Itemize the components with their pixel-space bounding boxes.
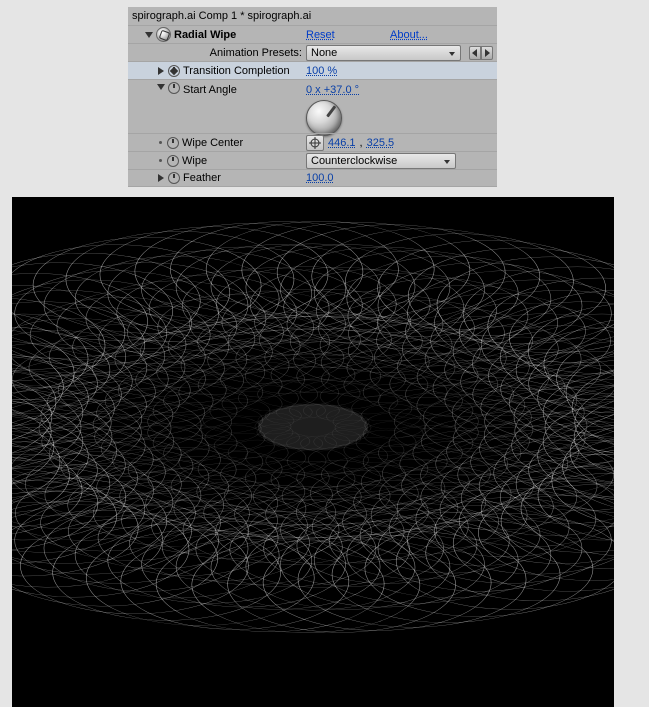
bullet-icon (159, 159, 162, 162)
effect-controls-panel: spirograph.ai Comp 1 * spirograph.ai Rad… (128, 7, 497, 187)
reset-link[interactable]: Reset (306, 27, 386, 43)
dropdown-arrow-icon (442, 156, 452, 166)
animation-presets-row: Animation Presets: None (128, 43, 497, 61)
wipe-row: Wipe Counterclockwise (128, 151, 497, 169)
effect-name[interactable]: Radial Wipe (174, 27, 236, 43)
dropdown-arrow-icon (447, 48, 457, 58)
stopwatch-icon[interactable] (167, 137, 179, 149)
expand-triangle-icon[interactable] (156, 66, 166, 76)
coord-separator: , (360, 135, 363, 151)
fx-badge-icon[interactable] (156, 27, 171, 42)
wipe-value: Counterclockwise (311, 153, 397, 169)
wipe-center-y[interactable]: 325.5 (367, 135, 395, 151)
stopwatch-icon[interactable] (168, 172, 180, 184)
transition-completion-label: Transition Completion (183, 63, 290, 79)
effect-header-row: Radial Wipe Reset About... (128, 25, 497, 43)
wipe-center-label: Wipe Center (182, 135, 243, 151)
animation-presets-value: None (311, 45, 337, 61)
wipe-center-row: Wipe Center 446.1 , 325.5 (128, 133, 497, 151)
spirograph-render (12, 197, 614, 707)
wipe-label: Wipe (182, 153, 207, 169)
feather-value[interactable]: 100.0 (306, 170, 334, 186)
panel-title-row: spirograph.ai Comp 1 * spirograph.ai (128, 7, 497, 25)
preset-next-button[interactable] (481, 46, 493, 60)
animation-presets-label: Animation Presets: (210, 45, 302, 61)
panel-title: spirograph.ai Comp 1 * spirograph.ai (132, 8, 311, 24)
about-link[interactable]: About... (390, 27, 428, 43)
start-angle-value[interactable]: 0 x +37.0 ° (306, 82, 359, 98)
wipe-center-x[interactable]: 446.1 (328, 135, 356, 151)
bullet-icon (159, 141, 162, 144)
animation-presets-dropdown[interactable]: None (306, 45, 461, 61)
feather-row: Feather 100.0 (128, 169, 497, 187)
stopwatch-icon[interactable] (167, 155, 179, 167)
feather-label: Feather (183, 170, 221, 186)
start-angle-label: Start Angle (183, 82, 237, 98)
collapse-triangle-icon[interactable] (144, 30, 154, 40)
start-angle-row: Start Angle 0 x +37.0 ° (128, 79, 497, 133)
stopwatch-keyframe-icon[interactable] (168, 65, 180, 77)
expand-triangle-icon[interactable] (156, 173, 166, 183)
composition-preview (12, 197, 614, 707)
transition-completion-value[interactable]: 100 % (306, 63, 337, 79)
transition-completion-row[interactable]: Transition Completion 100 % (128, 61, 497, 79)
point-target-button[interactable] (306, 135, 324, 151)
stopwatch-icon[interactable] (168, 82, 180, 94)
preset-prev-button[interactable] (469, 46, 481, 60)
preset-nav (469, 46, 493, 60)
wipe-dropdown[interactable]: Counterclockwise (306, 153, 456, 169)
collapse-triangle-icon[interactable] (156, 82, 166, 92)
start-angle-dial[interactable] (306, 100, 342, 136)
